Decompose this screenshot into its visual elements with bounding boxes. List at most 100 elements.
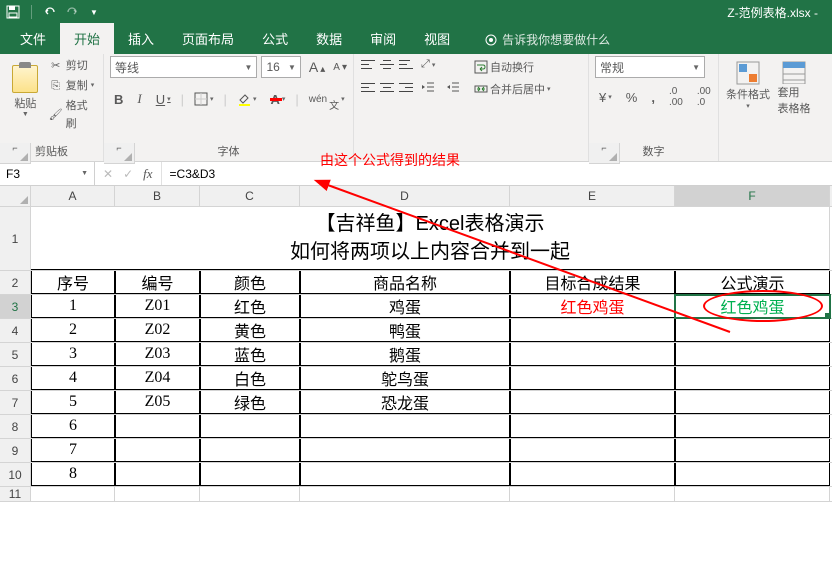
cell[interactable] bbox=[510, 439, 675, 462]
fill-color-button[interactable]: ▾ bbox=[233, 90, 261, 108]
cancel-formula-icon[interactable]: ✕ bbox=[103, 167, 113, 181]
merge-center-button[interactable]: 合并后居中▾ bbox=[474, 78, 551, 100]
cell[interactable] bbox=[115, 487, 200, 501]
format-painter-button[interactable]: 🖌格式刷 bbox=[49, 96, 97, 134]
cell[interactable] bbox=[510, 391, 675, 414]
row-header-3[interactable]: 3 bbox=[0, 295, 30, 319]
column-header-B[interactable]: B bbox=[115, 186, 200, 206]
column-header-A[interactable]: A bbox=[31, 186, 115, 206]
tab-data[interactable]: 数据 bbox=[302, 23, 356, 54]
align-center-icon[interactable] bbox=[379, 80, 395, 94]
currency-button[interactable]: ¥▾ bbox=[595, 88, 616, 107]
cell[interactable] bbox=[675, 367, 830, 390]
cell[interactable] bbox=[31, 487, 115, 501]
column-header-E[interactable]: E bbox=[510, 186, 675, 206]
italic-button[interactable]: I bbox=[133, 89, 145, 109]
cell[interactable] bbox=[200, 487, 300, 501]
cell[interactable] bbox=[510, 415, 675, 438]
conditional-format-button[interactable]: 条件格式▾ bbox=[725, 56, 771, 116]
tab-file[interactable]: 文件 bbox=[6, 23, 60, 54]
undo-icon[interactable] bbox=[43, 5, 57, 19]
cell[interactable]: 红色鸡蛋 bbox=[675, 295, 830, 318]
row-header-1[interactable]: 1 bbox=[0, 207, 30, 271]
font-size-combo[interactable]: 16▼ bbox=[261, 56, 300, 78]
cell[interactable]: 3 bbox=[31, 343, 115, 366]
cut-button[interactable]: ✂剪切 bbox=[49, 56, 97, 76]
row-header-4[interactable]: 4 bbox=[0, 319, 30, 343]
cell[interactable]: 8 bbox=[31, 463, 115, 486]
cell[interactable] bbox=[510, 319, 675, 342]
increase-decimal-icon[interactable]: .0.00 bbox=[665, 84, 687, 110]
borders-button[interactable]: ▾ bbox=[190, 90, 218, 108]
cell[interactable]: 黄色 bbox=[200, 319, 300, 342]
cell[interactable] bbox=[115, 439, 200, 462]
orientation-button[interactable]: ⤢▾ bbox=[417, 56, 439, 73]
cell[interactable]: Z03 bbox=[115, 343, 200, 366]
wrap-text-button[interactable]: 自动换行 bbox=[474, 56, 551, 78]
cell[interactable] bbox=[510, 367, 675, 390]
cell[interactable]: Z05 bbox=[115, 391, 200, 414]
cell[interactable] bbox=[675, 319, 830, 342]
cell[interactable] bbox=[300, 463, 510, 486]
number-format-combo[interactable]: 常规▼ bbox=[595, 56, 705, 78]
tab-view[interactable]: 视图 bbox=[410, 23, 464, 54]
cell[interactable] bbox=[675, 415, 830, 438]
column-header-D[interactable]: D bbox=[300, 186, 510, 206]
align-middle-icon[interactable] bbox=[379, 58, 395, 72]
increase-indent-icon[interactable] bbox=[442, 79, 464, 95]
tab-layout[interactable]: 页面布局 bbox=[168, 23, 248, 54]
cell[interactable]: 4 bbox=[31, 367, 115, 390]
percent-button[interactable]: % bbox=[622, 88, 642, 107]
underline-button[interactable]: U▾ bbox=[152, 90, 175, 109]
cell[interactable]: 蓝色 bbox=[200, 343, 300, 366]
cell[interactable]: Z01 bbox=[115, 295, 200, 318]
qat-customize-icon[interactable]: ▼ bbox=[87, 5, 101, 19]
row-header-6[interactable]: 6 bbox=[0, 367, 30, 391]
cell[interactable] bbox=[675, 487, 830, 501]
cell[interactable] bbox=[200, 415, 300, 438]
cell[interactable] bbox=[300, 487, 510, 501]
cell[interactable]: 颜色 bbox=[200, 271, 300, 294]
tab-review[interactable]: 审阅 bbox=[356, 23, 410, 54]
phonetic-button[interactable]: wén文▾ bbox=[305, 84, 349, 114]
cell[interactable]: 目标合成结果 bbox=[510, 271, 675, 294]
cell[interactable] bbox=[510, 343, 675, 366]
cell[interactable]: 2 bbox=[31, 319, 115, 342]
tell-me[interactable]: 告诉我你想要做什么 bbox=[474, 25, 620, 54]
redo-icon[interactable] bbox=[65, 5, 79, 19]
grow-font-button[interactable]: A▴ bbox=[309, 59, 325, 75]
cell[interactable] bbox=[200, 463, 300, 486]
row-header-10[interactable]: 10 bbox=[0, 463, 30, 487]
decrease-decimal-icon[interactable]: .00.0 bbox=[693, 84, 715, 110]
row-header-5[interactable]: 5 bbox=[0, 343, 30, 367]
font-name-combo[interactable]: 等线▼ bbox=[110, 56, 257, 78]
row-header-8[interactable]: 8 bbox=[0, 415, 30, 439]
tab-formulas[interactable]: 公式 bbox=[248, 23, 302, 54]
cell[interactable] bbox=[675, 343, 830, 366]
align-right-icon[interactable] bbox=[398, 80, 414, 94]
cell[interactable] bbox=[300, 439, 510, 462]
cell[interactable] bbox=[675, 463, 830, 486]
cell[interactable] bbox=[510, 463, 675, 486]
row-header-9[interactable]: 9 bbox=[0, 439, 30, 463]
tab-insert[interactable]: 插入 bbox=[114, 23, 168, 54]
row-header-2[interactable]: 2 bbox=[0, 271, 30, 295]
cell[interactable] bbox=[675, 439, 830, 462]
column-header-F[interactable]: F bbox=[675, 186, 830, 206]
comma-button[interactable]: , bbox=[647, 88, 659, 107]
cell[interactable]: 鹅蛋 bbox=[300, 343, 510, 366]
cell[interactable] bbox=[510, 487, 675, 501]
cell[interactable] bbox=[300, 415, 510, 438]
cell[interactable]: 【吉祥鱼】Excel表格演示如何将两项以上内容合并到一起 bbox=[31, 207, 830, 270]
cell[interactable] bbox=[115, 463, 200, 486]
cell[interactable] bbox=[115, 415, 200, 438]
cell[interactable]: 6 bbox=[31, 415, 115, 438]
cell[interactable]: Z04 bbox=[115, 367, 200, 390]
paste-button[interactable]: 粘贴 ▼ bbox=[6, 56, 45, 126]
cell[interactable] bbox=[200, 439, 300, 462]
formula-input[interactable]: =C3&D3 bbox=[162, 167, 832, 181]
cell[interactable]: 5 bbox=[31, 391, 115, 414]
name-box[interactable]: F3▼ bbox=[0, 162, 95, 185]
bold-button[interactable]: B bbox=[110, 90, 127, 109]
cell[interactable] bbox=[675, 391, 830, 414]
